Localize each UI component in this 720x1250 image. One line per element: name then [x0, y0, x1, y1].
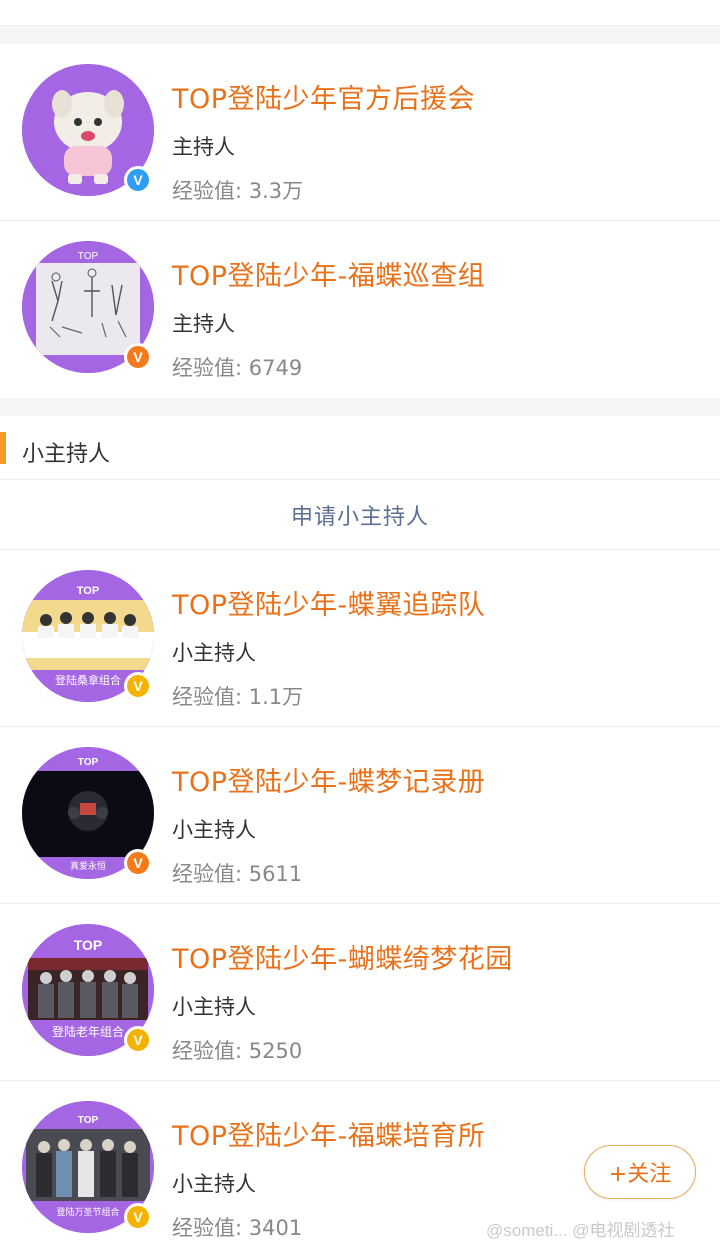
svg-text:TOP: TOP	[74, 937, 103, 953]
divider-gap	[0, 26, 720, 44]
svg-text:登陆万圣节组合: 登陆万圣节组合	[56, 1206, 119, 1218]
small-host-name[interactable]: TOP登陆少年-福蝶培育所	[172, 1114, 485, 1153]
svg-text:真爱永恒: 真爱永恒	[70, 860, 106, 872]
small-host-role: 小主持人	[172, 818, 256, 842]
svg-text:TOP: TOP	[78, 757, 99, 768]
follow-button[interactable]: +关注	[584, 1145, 696, 1199]
verified-badge-icon: V	[124, 849, 152, 877]
small-host-role: 小主持人	[172, 1172, 256, 1196]
divider-gap	[0, 398, 720, 416]
small-host-row[interactable]: TOP 登陆桑拿组合 V TOP登陆少年-蝶翼追踪队 小主持人 经验值: 1.1…	[0, 550, 720, 727]
host-role: 主持人	[172, 135, 235, 159]
top-strip	[0, 0, 720, 26]
small-host-exp: 经验值: 1.1万	[172, 685, 304, 709]
section-accent-bar	[0, 432, 6, 464]
svg-text:TOP: TOP	[77, 585, 99, 597]
host-name[interactable]: TOP登陆少年官方后援会	[172, 77, 475, 116]
small-host-row[interactable]: TOP 真爱永恒 V TOP登陆少年-蝶梦记录册 小主持人 经验值: 5611	[0, 727, 720, 904]
host-exp: 经验值: 3.3万	[172, 179, 304, 203]
svg-text:登陆老年组合: 登陆老年组合	[52, 1024, 124, 1039]
verified-badge-icon: V	[124, 343, 152, 371]
verified-badge-icon: V	[124, 1026, 152, 1054]
small-host-row[interactable]: TOP 登陆老年组合 V TOP登陆少年-蝴蝶绮梦花园 小主持人 经验值: 52…	[0, 904, 720, 1081]
small-host-exp: 经验值: 3401	[172, 1216, 303, 1240]
svg-text:TOP: TOP	[78, 251, 99, 262]
apply-label: 申请小主持人	[290, 504, 429, 530]
host-exp: 经验值: 6749	[172, 356, 303, 380]
small-host-name[interactable]: TOP登陆少年-蝶翼追踪队	[172, 583, 485, 622]
watermark: @someti... @电视剧透社	[486, 1221, 675, 1240]
svg-text:登陆桑拿组合: 登陆桑拿组合	[55, 673, 121, 687]
host-row[interactable]: V TOP登陆少年官方后援会 主持人 经验值: 3.3万	[0, 44, 720, 221]
verified-badge-icon: V	[124, 672, 152, 700]
small-host-name[interactable]: TOP登陆少年-蝴蝶绮梦花园	[172, 937, 513, 976]
section-header: 小主持人	[0, 416, 720, 480]
small-host-role: 小主持人	[172, 995, 256, 1019]
apply-small-host-button[interactable]: 申请小主持人	[0, 480, 720, 550]
small-host-name[interactable]: TOP登陆少年-蝶梦记录册	[172, 760, 485, 799]
svg-text:TOP: TOP	[78, 1115, 99, 1126]
small-host-exp: 经验值: 5611	[172, 862, 303, 886]
verified-badge-icon: V	[124, 166, 152, 194]
section-title: 小主持人	[22, 442, 111, 467]
small-host-exp: 经验值: 5250	[172, 1039, 303, 1063]
host-name[interactable]: TOP登陆少年-福蝶巡查组	[172, 254, 485, 293]
host-row[interactable]: TOP V TOP登陆少年-福蝶巡查组 主持人 经验值: 6749	[0, 221, 720, 398]
verified-badge-icon: V	[124, 1203, 152, 1231]
host-role: 主持人	[172, 312, 235, 336]
small-host-role: 小主持人	[172, 641, 256, 665]
